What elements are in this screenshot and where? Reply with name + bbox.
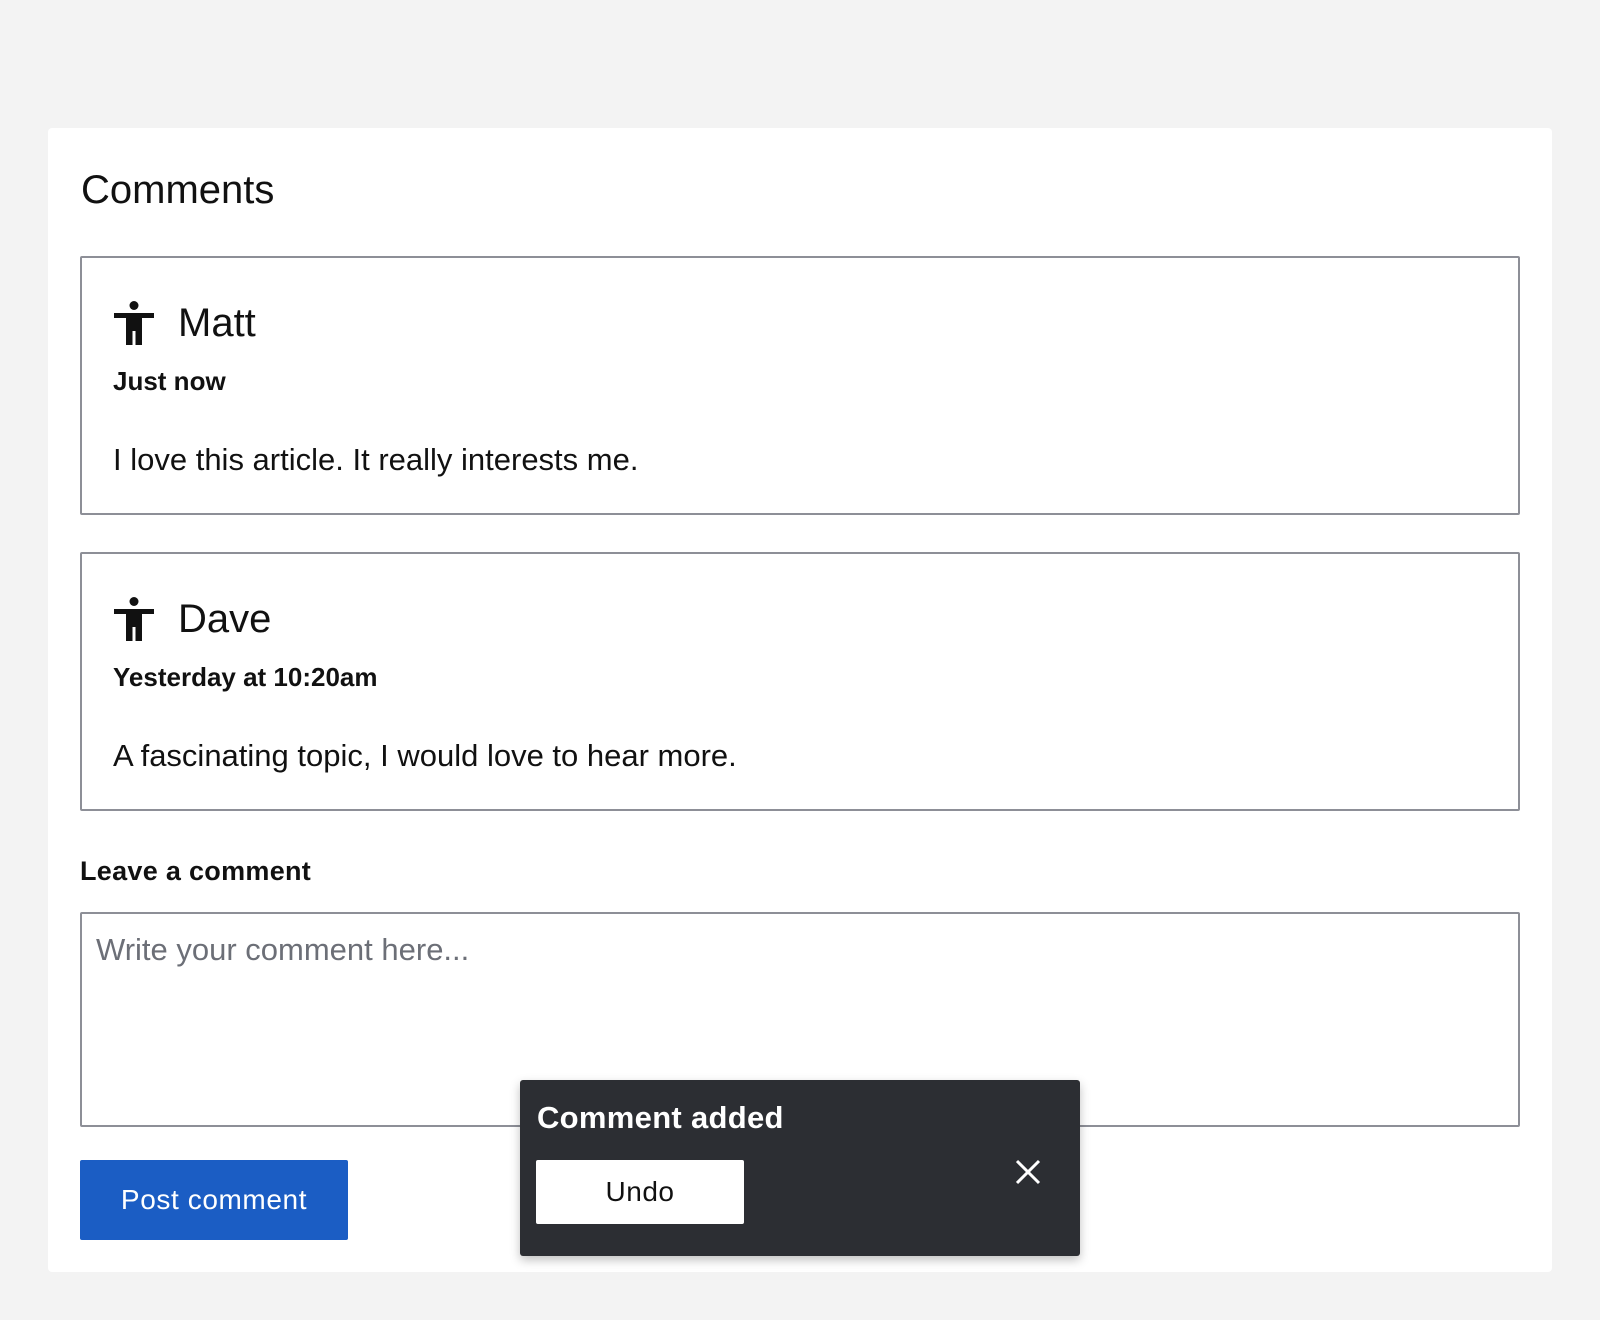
comment-timestamp: Yesterday at 10:20am	[113, 662, 378, 692]
close-icon[interactable]	[1008, 1152, 1048, 1192]
comment-field-label: Leave a comment	[80, 856, 312, 886]
comment-item: Dave Yesterday at 10:20am A fascinating …	[80, 552, 1520, 811]
toast-notification: Comment added Undo	[520, 1080, 1080, 1256]
comment-text: A fascinating topic, I would love to hea…	[113, 738, 737, 773]
undo-button[interactable]: Undo	[536, 1160, 744, 1224]
comment-author: Dave	[178, 597, 272, 641]
person-icon	[114, 301, 154, 345]
comment-header: Matt	[114, 298, 256, 348]
comment-author: Matt	[178, 301, 256, 345]
comment-header: Dave	[114, 594, 271, 644]
person-icon	[114, 597, 154, 641]
toast-message: Comment added	[537, 1100, 784, 1135]
comment-timestamp: Just now	[113, 366, 226, 396]
comment-text: I love this article. It really interests…	[113, 442, 639, 477]
comments-heading: Comments	[81, 168, 275, 212]
post-comment-button[interactable]: Post comment	[80, 1160, 348, 1240]
comment-item: Matt Just now I love this article. It re…	[80, 256, 1520, 515]
